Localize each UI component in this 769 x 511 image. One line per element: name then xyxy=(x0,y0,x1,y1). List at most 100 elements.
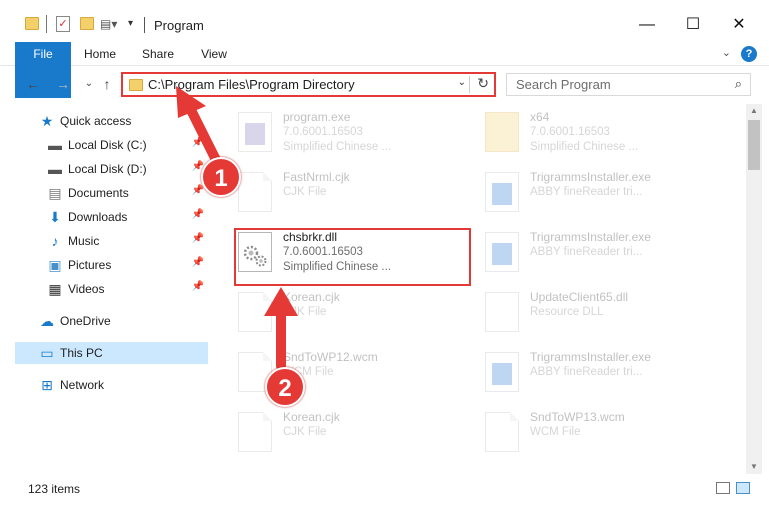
forward-button[interactable]: → xyxy=(54,74,72,94)
document-icon xyxy=(238,172,272,212)
address-divider xyxy=(469,76,470,93)
sidebar-item-label: Music xyxy=(68,234,100,248)
file-name: TrigrammsInstaller.exe xyxy=(530,170,651,184)
highlight-box xyxy=(234,228,471,286)
file-item[interactable]: SndToWP12.wcm WCM File xyxy=(228,346,468,402)
pin-icon[interactable]: 📌 xyxy=(192,209,204,220)
tab-view[interactable]: View xyxy=(194,42,234,66)
file-item[interactable]: program.exe 7.0.6001.16503 Simplified Ch… xyxy=(228,106,468,162)
maximize-button[interactable]: ☐ xyxy=(679,14,707,36)
sidebar-item-music[interactable]: ♪ Music 📌 xyxy=(15,230,208,252)
sidebar-item-label: Downloads xyxy=(68,210,128,224)
navigation-bar: ← → ⌄ ↑ C:\Program Files\Program Directo… xyxy=(0,70,769,100)
file-name: program.exe xyxy=(283,110,351,124)
exe-icon xyxy=(485,352,519,392)
step-1-badge: 1 xyxy=(201,157,241,197)
search-input[interactable]: Search Program xyxy=(516,77,611,92)
sidebar-item-this-pc[interactable]: ▭ This PC xyxy=(15,342,208,364)
properties-icon[interactable]: ✓ xyxy=(56,16,70,32)
drive-icon: ▬ xyxy=(48,161,62,177)
large-icons-view-icon[interactable] xyxy=(736,482,750,494)
back-button[interactable]: ← xyxy=(24,74,42,94)
new-folder-icon[interactable] xyxy=(80,17,94,30)
qa-dropdown-icon[interactable]: ▾ xyxy=(128,19,138,29)
scroll-down-icon[interactable]: ▼ xyxy=(746,460,762,474)
address-path[interactable]: C:\Program Files\Program Directory xyxy=(148,77,355,92)
vertical-scrollbar[interactable]: ▲ ▼ xyxy=(746,104,762,474)
sidebar-item-pictures[interactable]: ▣ Pictures 📌 xyxy=(15,254,208,276)
file-item[interactable]: Korean.cjk CJK File xyxy=(228,406,468,462)
file-list: program.exe 7.0.6001.16503 Simplified Ch… xyxy=(228,104,743,474)
file-type: WCM File xyxy=(530,426,581,438)
scroll-thumb[interactable] xyxy=(748,120,760,170)
up-button[interactable]: ↑ xyxy=(98,74,116,94)
file-name: UpdateClient65.dll xyxy=(530,290,629,304)
file-item[interactable]: Korean.cjk CJK File xyxy=(228,286,468,342)
gear-file-icon xyxy=(485,292,519,332)
file-type: CJK File xyxy=(283,426,327,438)
search-box[interactable]: Search Program ⌕ xyxy=(506,73,751,96)
file-description: ABBY fineReader tri... xyxy=(530,246,643,258)
sidebar-item-videos[interactable]: ▦ Videos 📌 xyxy=(15,278,208,300)
expand-ribbon-icon[interactable]: ⌄ xyxy=(722,46,731,59)
file-item[interactable]: TrigrammsInstaller.exe ABBY fineReader t… xyxy=(475,346,715,402)
recent-locations-icon[interactable]: ⌄ xyxy=(80,74,98,94)
customize-icon[interactable]: ▤▾ xyxy=(100,17,117,31)
star-icon: ★ xyxy=(40,113,54,129)
tab-home[interactable]: Home xyxy=(78,42,122,66)
navigation-pane: ★ Quick access ▬ Local Disk (C:) 📌 ▬ Loc… xyxy=(0,104,210,474)
file-item[interactable]: TrigrammsInstaller.exe ABBY fineReader t… xyxy=(475,226,715,282)
file-description: ABBY fineReader tri... xyxy=(530,366,643,378)
sidebar-item-onedrive[interactable]: ☁ OneDrive xyxy=(15,310,208,332)
window-title: Program xyxy=(154,18,204,33)
exe-icon xyxy=(485,172,519,212)
toolbar-divider xyxy=(46,15,47,33)
pin-icon[interactable]: 📌 xyxy=(192,257,204,268)
close-button[interactable]: ✕ xyxy=(725,14,753,36)
sidebar-item-local-disk-c[interactable]: ▬ Local Disk (C:) 📌 xyxy=(15,134,208,156)
pin-icon[interactable]: 📌 xyxy=(192,233,204,244)
file-type: CJK File xyxy=(283,306,327,318)
document-icon xyxy=(238,292,272,332)
sidebar-item-label: This PC xyxy=(60,346,103,360)
file-name: SndToWP12.wcm xyxy=(283,350,378,364)
tab-share[interactable]: Share xyxy=(136,42,180,66)
sidebar-item-network[interactable]: ⊞ Network xyxy=(15,374,208,396)
file-name: TrigrammsInstaller.exe xyxy=(530,230,651,244)
status-bar: 123 items xyxy=(0,476,769,500)
file-name: x64 xyxy=(530,110,550,124)
file-item[interactable]: FastNrml.cjk CJK File xyxy=(228,166,468,222)
music-icon: ♪ xyxy=(51,233,59,249)
details-view-icon[interactable] xyxy=(716,482,730,494)
help-icon[interactable]: ? xyxy=(741,46,757,62)
address-dropdown-icon[interactable]: ⌄ xyxy=(458,77,466,88)
sidebar-item-downloads[interactable]: ⬇ Downloads 📌 xyxy=(15,206,208,228)
exe-icon xyxy=(485,232,519,272)
sidebar-item-quick-access[interactable]: ★ Quick access xyxy=(15,110,208,132)
folder-icon xyxy=(129,79,143,91)
drive-icon: ▬ xyxy=(48,137,62,153)
sidebar-item-label: Pictures xyxy=(68,258,112,272)
file-item[interactable]: SndToWP13.wcm WCM File xyxy=(475,406,715,462)
sidebar-item-label: OneDrive xyxy=(60,314,111,328)
file-item[interactable]: UpdateClient65.dll Resource DLL xyxy=(475,286,715,342)
file-item[interactable]: TrigrammsInstaller.exe ABBY fineReader t… xyxy=(475,166,715,222)
file-item[interactable]: x64 7.0.6001.16503 Simplified Chinese ..… xyxy=(475,106,715,162)
scroll-up-icon[interactable]: ▲ xyxy=(746,104,762,118)
sidebar-item-documents[interactable]: ▤ Documents 📌 xyxy=(15,182,208,204)
sidebar-item-local-disk-d[interactable]: ▬ Local Disk (D:) 📌 xyxy=(15,158,208,180)
pin-icon[interactable]: 📌 xyxy=(192,185,204,196)
file-description: Resource DLL xyxy=(530,306,604,318)
address-bar[interactable]: C:\Program Files\Program Directory ⌄ ↻ xyxy=(121,72,496,97)
ribbon: File Home Share View ⌄ ? xyxy=(0,42,769,98)
file-version: 7.0.6001.16503 xyxy=(530,126,610,138)
pin-icon[interactable]: 📌 xyxy=(192,137,204,148)
file-name: FastNrml.cjk xyxy=(283,170,350,184)
minimize-button[interactable]: — xyxy=(633,14,661,36)
cloud-icon: ☁ xyxy=(40,313,54,329)
pin-icon[interactable]: 📌 xyxy=(192,281,204,292)
file-name: Korean.cjk xyxy=(283,410,340,424)
item-count: 123 items xyxy=(28,482,81,496)
network-icon: ⊞ xyxy=(41,377,53,393)
refresh-icon[interactable]: ↻ xyxy=(477,75,489,92)
